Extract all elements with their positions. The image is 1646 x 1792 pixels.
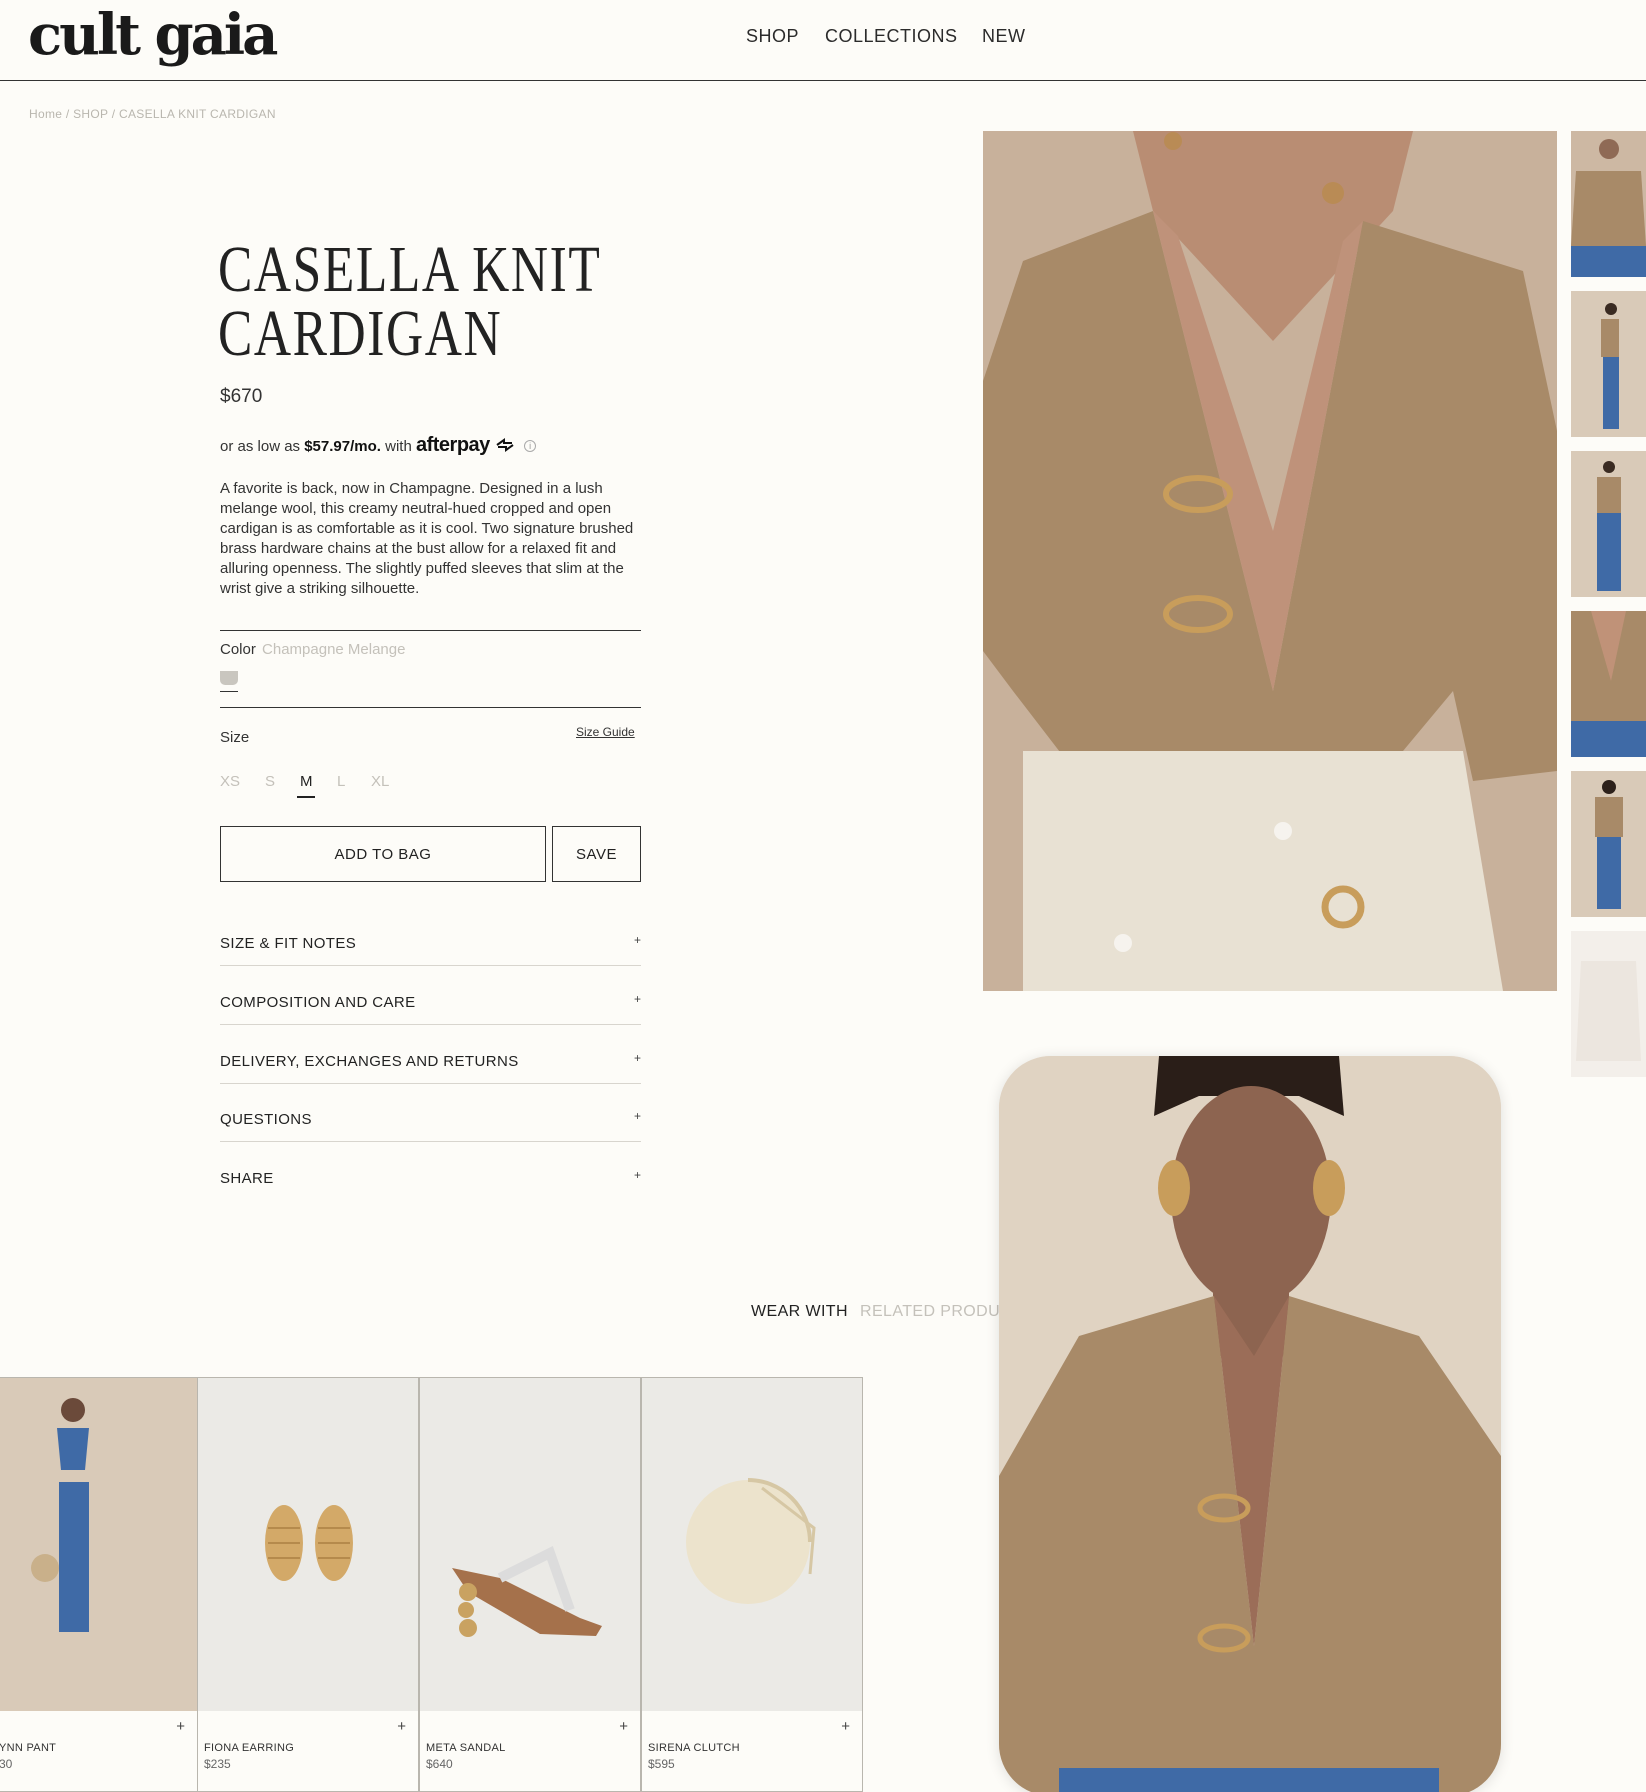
product-card-price: $595 (648, 1757, 675, 1771)
cardigan-photo-graphic (983, 131, 1557, 991)
accordion-label: COMPOSITION AND CARE (220, 994, 416, 1011)
brand-logo[interactable]: cult gaia (28, 2, 278, 68)
product-title: CASELLA KNIT CARDIGAN (218, 233, 602, 370)
color-label: Color (220, 641, 256, 658)
nav-shop[interactable]: SHOP (746, 26, 799, 47)
afterpay-amount: $57.97/mo. (304, 438, 381, 455)
tab-wear-with[interactable]: WEAR WITH (751, 1303, 848, 1321)
product-card-image (642, 1378, 862, 1711)
info-icon[interactable]: i (524, 440, 537, 452)
save-button[interactable]: SAVE (552, 826, 641, 882)
product-title-line-2: CARDIGAN (218, 297, 503, 370)
thumbnail-3[interactable] (1571, 451, 1646, 597)
thumbnail-5[interactable] (1571, 771, 1646, 917)
clear-heel-sandal-graphic (452, 1545, 602, 1637)
product-card-price: $640 (426, 1757, 453, 1771)
product-card-price: 30 (0, 1757, 13, 1771)
size-guide-link[interactable]: Size Guide (576, 725, 635, 739)
accordion-delivery-returns[interactable]: DELIVERY, EXCHANGES AND RETURNS + (220, 1051, 641, 1111)
size-label: Size (220, 729, 250, 746)
accordion-label: DELIVERY, EXCHANGES AND RETURNS (220, 1053, 519, 1070)
thumbnail-graphic (1571, 931, 1646, 1077)
product-card-name: META SANDAL (426, 1742, 506, 1754)
product-card-image (198, 1378, 418, 1711)
add-icon[interactable]: + (841, 1718, 850, 1735)
divider (220, 1083, 641, 1084)
accordion-composition-care[interactable]: COMPOSITION AND CARE + (220, 992, 641, 1052)
accordion-size-fit[interactable]: SIZE & FIT NOTES + (220, 933, 641, 993)
thumbnail-2[interactable] (1571, 291, 1646, 437)
product-price: $670 (220, 386, 263, 407)
thumbnail-6[interactable] (1571, 931, 1646, 1077)
product-card[interactable]: + FIONA EARRING $235 (197, 1377, 419, 1792)
product-card-name: FIONA EARRING (204, 1742, 295, 1754)
size-option-s[interactable]: S (265, 773, 275, 790)
size-option-xl[interactable]: XL (371, 773, 389, 790)
pearl-shell-clutch-graphic (686, 1478, 816, 1604)
add-icon[interactable]: + (619, 1718, 628, 1735)
plus-icon: + (633, 1109, 641, 1123)
divider (220, 965, 641, 966)
size-option-m[interactable]: M (300, 773, 313, 790)
size-option-l[interactable]: L (337, 773, 345, 790)
related-products-carousel: + YNN PANT 30 + FIONA EARRING $235 + MET… (0, 1377, 864, 1792)
product-card-name: SIRENA CLUTCH (648, 1742, 740, 1754)
product-card-price: $235 (204, 1757, 231, 1771)
product-description: A favorite is back, now in Champagne. De… (220, 480, 634, 597)
accordion-label: QUESTIONS (220, 1111, 312, 1128)
product-card[interactable]: + META SANDAL $640 (419, 1377, 641, 1792)
swatch-selected-indicator (220, 691, 238, 692)
nav-new[interactable]: NEW (982, 26, 1026, 47)
site-header: cult gaia SHOP COLLECTIONS NEW (0, 0, 1646, 81)
color-value: Champagne Melange (262, 641, 406, 658)
add-icon[interactable]: + (397, 1718, 406, 1735)
divider (220, 1024, 641, 1025)
divider (220, 707, 641, 708)
thumbnail-graphic (1571, 611, 1646, 757)
product-card[interactable]: + YNN PANT 30 (0, 1377, 198, 1792)
accordion-questions[interactable]: QUESTIONS + (220, 1109, 641, 1169)
add-to-bag-button[interactable]: ADD TO BAG (220, 826, 546, 882)
product-title-line-1: CASELLA KNIT (218, 233, 602, 306)
accordion-label: SIZE & FIT NOTES (220, 935, 357, 952)
tab-related-products[interactable]: RELATED PRODUC (860, 1303, 1012, 1321)
afterpay-with: with (385, 438, 412, 455)
plus-icon: + (633, 933, 641, 947)
product-card[interactable]: + SIRENA CLUTCH $595 (641, 1377, 863, 1792)
color-swatch-champagne[interactable] (220, 671, 238, 685)
product-card-image (420, 1378, 640, 1711)
thumbnail-graphic (1571, 131, 1646, 277)
thumbnail-graphic (1571, 771, 1646, 917)
accordion-label: SHARE (220, 1170, 274, 1187)
breadcrumb[interactable]: Home / SHOP / CASELLA KNIT CARDIGAN (29, 107, 276, 121)
plus-icon: + (633, 1051, 641, 1065)
divider (220, 1141, 641, 1142)
product-card-name: YNN PANT (0, 1742, 57, 1754)
thumbnail-1[interactable] (1571, 131, 1646, 277)
product-card-image (0, 1378, 197, 1711)
model-denim-outfit-graphic (31, 1398, 89, 1632)
add-icon[interactable]: + (176, 1718, 185, 1735)
afterpay-prefix: or as low as (220, 438, 301, 455)
color-row: Color Champagne Melange (220, 641, 405, 658)
divider (220, 630, 641, 631)
model-portrait-graphic (999, 1056, 1501, 1792)
afterpay-message: or as low as $57.97/mo. with afterpay i (220, 434, 537, 457)
floating-product-image[interactable] (999, 1056, 1501, 1792)
thumbnail-graphic (1571, 451, 1646, 597)
gold-earrings-graphic (265, 1505, 353, 1581)
size-selected-indicator (297, 796, 315, 798)
size-option-xs[interactable]: XS (220, 773, 240, 790)
thumbnail-4[interactable] (1571, 611, 1646, 757)
afterpay-arrows-icon (496, 438, 514, 452)
plus-icon: + (633, 992, 641, 1006)
afterpay-logo: afterpay (415, 434, 490, 456)
product-main-image[interactable] (983, 131, 1557, 991)
nav-collections[interactable]: COLLECTIONS (825, 26, 958, 47)
thumbnail-graphic (1571, 291, 1646, 437)
accordion-share[interactable]: SHARE + (220, 1168, 641, 1228)
plus-icon: + (633, 1168, 641, 1182)
